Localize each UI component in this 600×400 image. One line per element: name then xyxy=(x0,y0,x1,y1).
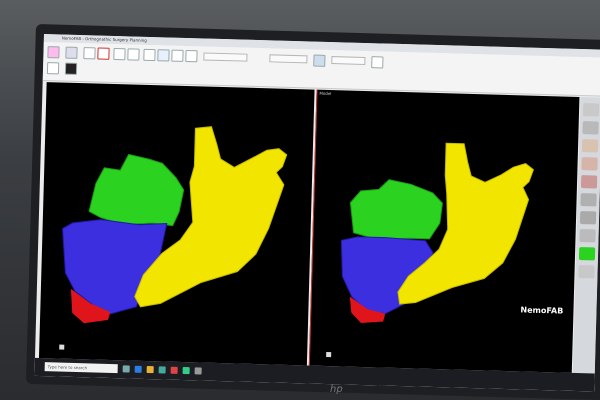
tool-button-3[interactable] xyxy=(171,49,184,62)
skull-model-left xyxy=(62,126,288,324)
explorer-icon[interactable] xyxy=(146,365,154,374)
thumbnail-1[interactable] xyxy=(582,103,600,117)
thumbnail-5[interactable] xyxy=(580,175,598,189)
app-icon-3[interactable] xyxy=(182,367,190,375)
thumbnail-6[interactable] xyxy=(580,193,597,207)
undo-icon[interactable] xyxy=(113,47,126,61)
ribbon-field-2[interactable] xyxy=(269,54,308,64)
window-title: NemoFAB - Orthognathic Surgery Planning xyxy=(61,35,147,43)
thumbnail-3[interactable] xyxy=(581,139,599,153)
monitor-brand-logo: hp xyxy=(330,384,343,395)
maxilla-shape xyxy=(88,153,185,227)
avatar[interactable] xyxy=(64,62,78,75)
redo-icon[interactable] xyxy=(127,48,140,61)
monitor-screen: NemoFAB - Orthognathic Surgery Planning xyxy=(34,34,600,392)
maxilla-shape xyxy=(349,179,443,240)
tool-button-5[interactable] xyxy=(371,56,384,69)
tool-button-1[interactable] xyxy=(143,48,156,62)
thumbnail-10[interactable] xyxy=(578,265,595,279)
task-view-icon[interactable] xyxy=(122,365,130,373)
edge-icon[interactable] xyxy=(134,365,142,373)
save-button[interactable] xyxy=(83,47,96,60)
thumbnail-2[interactable] xyxy=(582,121,599,135)
app-icon-2[interactable] xyxy=(170,366,178,374)
tool-button-2[interactable] xyxy=(157,49,170,62)
user-button[interactable] xyxy=(65,46,78,59)
thumbnail-8[interactable] xyxy=(579,229,596,243)
app-icon-1[interactable] xyxy=(158,366,166,374)
skull-model-right xyxy=(340,142,534,323)
app-icon-4[interactable] xyxy=(194,367,202,375)
viewport-left[interactable] xyxy=(38,82,315,366)
thumbnail-7[interactable] xyxy=(579,211,597,225)
thumbnail-4[interactable] xyxy=(581,157,598,171)
tool-button-4[interactable] xyxy=(185,49,198,63)
export-button[interactable] xyxy=(97,47,110,60)
ribbon-field-1[interactable] xyxy=(203,52,248,62)
viewport-right-checkbox[interactable] xyxy=(326,352,332,358)
ns-button[interactable] xyxy=(46,62,60,75)
thumbnail-9[interactable] xyxy=(578,247,596,261)
brand-logo: NemoFAB xyxy=(520,305,564,316)
taskbar-search[interactable]: Type here to search xyxy=(44,362,118,374)
viewport-right-label: Model xyxy=(319,90,332,97)
viewport-left-checkbox[interactable] xyxy=(59,344,65,350)
viewport-right[interactable]: Model xyxy=(308,89,580,373)
ribbon-field-3[interactable] xyxy=(331,56,366,65)
home-button[interactable] xyxy=(47,46,60,59)
print-icon[interactable] xyxy=(313,54,326,67)
